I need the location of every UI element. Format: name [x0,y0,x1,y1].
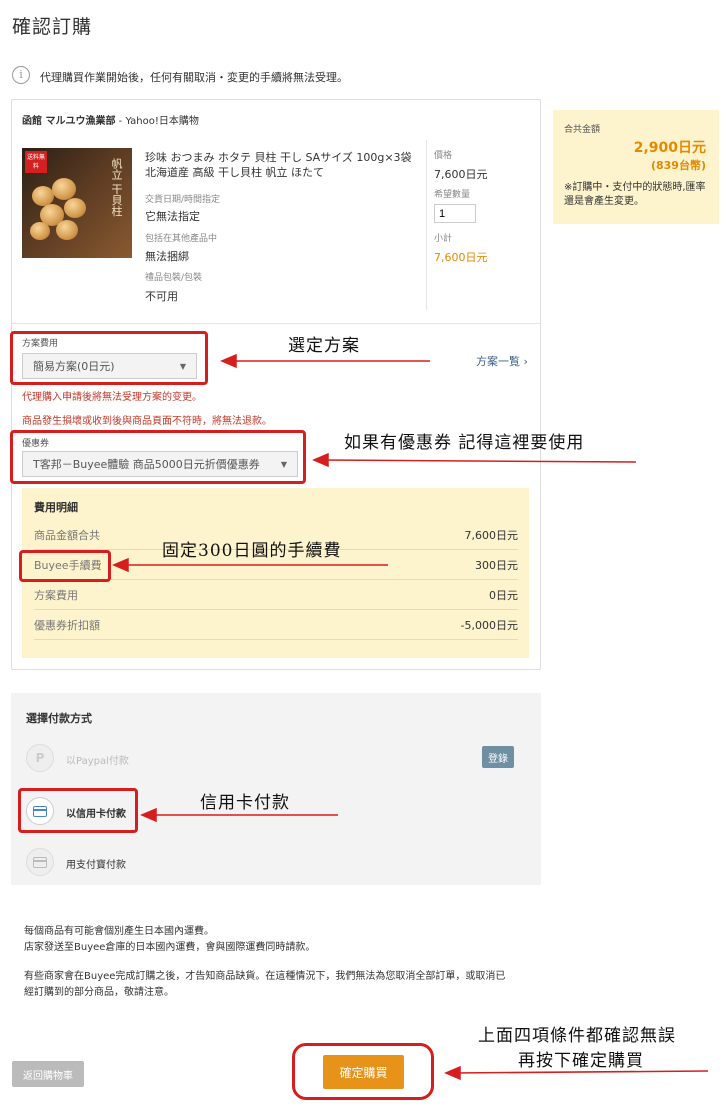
annotation-card: 信用卡付款 [200,793,290,813]
annotation-plan: 選定方案 [288,336,360,356]
annotation-arrows [112,353,709,1081]
annotation-final-1: 上面四項條件都確認無誤 [478,1026,676,1046]
annotation-fee: 固定300日圓的手續費 [162,541,342,561]
annotation-final-2: 再按下確定購買 [518,1051,644,1071]
annotation-coupon: 如果有優惠券 記得這裡要使用 [344,433,585,453]
